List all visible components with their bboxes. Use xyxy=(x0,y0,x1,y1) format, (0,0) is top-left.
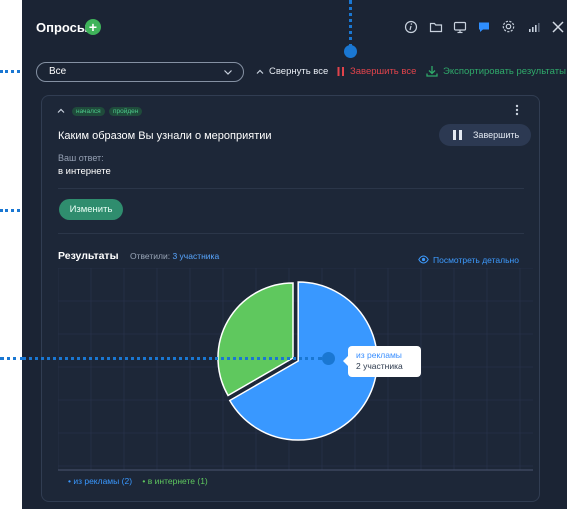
view-details-label: Посмотреть детально xyxy=(433,255,519,265)
chevron-up-icon xyxy=(256,69,264,74)
legend-label: из рекламы xyxy=(73,476,120,486)
legend-label: в интернете xyxy=(147,476,195,486)
divider xyxy=(58,233,524,234)
export-results-label: Экспортировать результаты xyxy=(443,66,566,77)
collapse-chevron-icon[interactable] xyxy=(56,106,66,116)
status-badge-passed: пройден xyxy=(109,107,143,116)
finish-all-label: Завершить все xyxy=(350,66,417,77)
chart-legend: • из рекламы (2) • в интернете (1) xyxy=(68,476,208,486)
annotation-line-chart xyxy=(0,357,24,360)
legend-item-ads[interactable]: • из рекламы (2) xyxy=(68,476,134,486)
filter-select[interactable]: Все xyxy=(36,62,244,82)
results-pie-chart xyxy=(58,268,533,471)
more-menu-icon[interactable] xyxy=(513,103,521,117)
answered-count: 3 участника xyxy=(172,251,220,261)
finish-question-button[interactable]: Завершить xyxy=(439,124,531,146)
annotation-marker-chart xyxy=(322,352,335,365)
tooltip-label: из рекламы xyxy=(356,350,402,360)
info-icon[interactable] xyxy=(404,20,418,34)
legend-count: (2) xyxy=(121,476,133,486)
chevron-down-icon xyxy=(224,70,232,75)
legend-item-internet[interactable]: • в интернете (1) xyxy=(142,476,207,486)
legend-count: (1) xyxy=(197,476,208,486)
annotation-line-finish-all xyxy=(349,0,352,48)
tooltip-value: 2 участника xyxy=(356,361,403,371)
change-answer-button[interactable]: Изменить xyxy=(59,199,123,220)
annotation-line-chart xyxy=(22,357,322,360)
your-answer-label: Ваш ответ: xyxy=(58,153,104,163)
view-details-link[interactable]: Посмотреть детально xyxy=(418,255,519,265)
filter-selected-value: Все xyxy=(49,66,67,77)
collapse-all-label: Свернуть все xyxy=(269,66,329,77)
plus-icon: + xyxy=(88,19,98,35)
answered-label: Ответили: xyxy=(130,251,171,261)
finish-question-label: Завершить xyxy=(473,130,520,140)
screen-share-icon[interactable] xyxy=(453,20,467,34)
question-title: Каким образом Вы узнали о мероприятии xyxy=(58,130,272,142)
chart-tooltip: из рекламы 2 участника xyxy=(343,346,421,377)
polls-panel: Опросы + Все Свернуть все Завершить все … xyxy=(22,0,567,509)
settings-icon[interactable] xyxy=(501,19,516,34)
chat-icon[interactable] xyxy=(477,20,491,34)
pause-icon xyxy=(453,130,462,140)
your-answer-value: в интернете xyxy=(58,166,111,177)
close-icon[interactable] xyxy=(551,20,565,34)
eye-icon xyxy=(418,255,429,264)
add-poll-button[interactable]: + xyxy=(85,19,101,35)
pause-icon xyxy=(337,67,344,76)
results-title: Результаты xyxy=(58,250,119,262)
annotation-marker-finish-all xyxy=(344,45,357,58)
download-icon xyxy=(426,66,438,77)
divider xyxy=(58,188,524,189)
folder-icon[interactable] xyxy=(429,20,443,34)
panel-title: Опросы xyxy=(36,20,89,35)
status-badge-started: начался xyxy=(72,107,105,116)
signal-icon xyxy=(529,23,540,32)
answered-summary: Ответили: 3 участника xyxy=(130,251,219,261)
